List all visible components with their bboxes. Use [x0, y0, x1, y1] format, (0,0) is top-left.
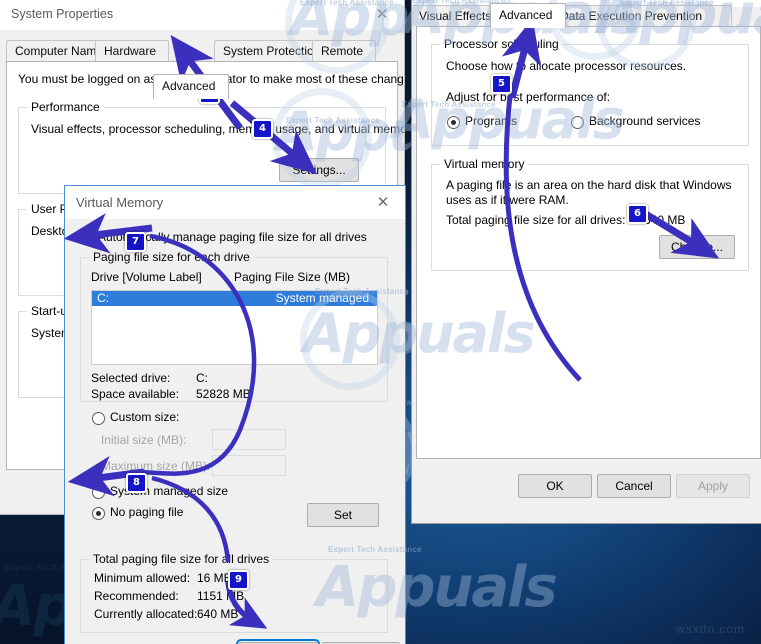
radio-programs-label: Programs: [465, 114, 518, 128]
tab-label: Computer Name: [15, 44, 104, 58]
close-icon[interactable]: ✕: [361, 186, 405, 219]
tab-computer-name[interactable]: Computer Name: [6, 40, 107, 63]
performance-options-window: Performance Options Visual Effects Advan…: [411, 0, 761, 524]
set-button[interactable]: Set: [307, 503, 379, 527]
auto-manage-checkbox[interactable]: [80, 231, 93, 244]
ok-label: OK: [546, 479, 564, 493]
close-icon[interactable]: ✕: [360, 0, 404, 29]
virtual-memory-group: Virtual memory A paging file is an area …: [431, 157, 749, 271]
tab-hardware[interactable]: Hardware: [95, 40, 169, 63]
tab-label: Visual Effects: [419, 9, 492, 23]
space-available-value: 52828 MB: [196, 387, 251, 401]
system-properties-titlebar: System Properties ✕: [0, 0, 404, 30]
maximum-size-input[interactable]: [212, 455, 286, 476]
step-badge-8: 8: [126, 473, 147, 493]
performance-group-title: Performance: [27, 100, 104, 114]
ok-button-performance[interactable]: OK: [518, 474, 592, 498]
radio-custom-size-label: Custom size:: [110, 410, 180, 424]
processor-scheduling-group: Processor scheduling Choose how to alloc…: [431, 37, 749, 146]
radio-system-managed-size[interactable]: [92, 486, 105, 499]
selected-drive-value: C:: [196, 371, 208, 385]
cancel-label: Cancel: [615, 479, 653, 493]
initial-size-label: Initial size (MB):: [101, 433, 187, 447]
paging-file-size-group: Paging file size for each drive Drive [V…: [80, 250, 388, 527]
performance-options-tabbody: Processor scheduling Choose how to alloc…: [416, 26, 761, 459]
cancel-button-performance[interactable]: Cancel: [597, 474, 671, 498]
paging-group-title: Paging file size for each drive: [89, 250, 254, 264]
set-button-label: Set: [333, 508, 352, 522]
tab-label: Remote: [321, 44, 364, 58]
settings-button[interactable]: Settings...: [279, 158, 359, 182]
initial-size-input[interactable]: [212, 429, 286, 450]
tab-label: Advanced: [162, 79, 216, 93]
user-profiles-description: Deskto: [31, 224, 69, 238]
performance-options-title: Performance Options: [423, 0, 541, 1]
system-properties-title: System Properties: [11, 7, 114, 21]
radio-no-paging-file[interactable]: [92, 507, 105, 520]
virtual-memory-description: A paging file is an area on the hard dis…: [446, 178, 732, 207]
step-badge-5: 5: [491, 74, 512, 94]
step-badge-9: 9: [228, 570, 249, 590]
radio-background-services[interactable]: [571, 116, 584, 129]
step-badge-7: 7: [125, 232, 146, 252]
table-header-drive: Drive [Volume Label]: [91, 270, 202, 284]
recommended-label: Recommended:: [94, 589, 179, 603]
virtual-memory-title: Virtual memory: [440, 157, 529, 171]
adjust-performance-label: Adjust for best performance of:: [446, 90, 611, 104]
tab-label: Data Execution Prevention: [560, 9, 703, 23]
virtual-memory-titlebar: Virtual Memory ✕: [65, 186, 405, 219]
selected-drive-label: Selected drive:: [91, 371, 171, 385]
tab-label: Hardware: [104, 44, 157, 58]
radio-custom-size[interactable]: [92, 412, 105, 425]
processor-scheduling-description: Choose how to allocate processor resourc…: [446, 59, 687, 73]
tab-advanced[interactable]: Advanced: [153, 74, 229, 99]
settings-button-label: Settings...: [292, 163, 346, 177]
processor-scheduling-title: Processor scheduling: [440, 37, 563, 51]
tab-system-protection[interactable]: System Protection: [214, 40, 328, 63]
radio-background-services-label: Background services: [589, 114, 701, 128]
row-size: System managed: [275, 291, 369, 305]
table-header-size: Paging File Size (MB): [234, 270, 351, 284]
currently-allocated-label: Currently allocated:: [94, 607, 198, 621]
totals-group-title: Total paging file size for all drives: [89, 552, 274, 566]
radio-programs[interactable]: [447, 116, 460, 129]
radio-no-paging-file-label: No paging file: [110, 505, 184, 519]
performance-description: Visual effects, processor scheduling, me…: [31, 122, 405, 136]
system-properties-tabstrip: Computer Name Hardware Advanced System P…: [0, 38, 404, 99]
performance-group: Performance Visual effects, processor sc…: [18, 100, 404, 194]
space-available-label: Space available:: [91, 387, 180, 401]
tab-label: Advanced: [499, 8, 553, 22]
min-allowed-label: Minimum allowed:: [94, 571, 191, 585]
step-badge-4: 4: [252, 119, 273, 139]
apply-button-performance[interactable]: Apply: [676, 474, 750, 498]
tab-remote[interactable]: Remote: [312, 40, 376, 63]
total-paging-value: 640 MB: [644, 213, 686, 227]
currently-allocated-value: 640 MB: [197, 607, 239, 621]
min-allowed-value: 16 MB: [197, 571, 232, 585]
total-paging-label: Total paging file size for all drives:: [446, 213, 626, 227]
virtual-memory-title: Virtual Memory: [76, 195, 164, 210]
change-button[interactable]: Change...: [659, 235, 735, 259]
table-row[interactable]: C: System managed: [92, 291, 377, 306]
performance-options-tabstrip: Visual Effects Advanced Data Execution P…: [412, 3, 761, 28]
maximum-size-label: Maximum size (MB):: [101, 459, 211, 473]
step-badge-6: 6: [627, 204, 648, 224]
tab-advanced-po[interactable]: Advanced: [490, 3, 566, 28]
drives-listbox[interactable]: C: System managed: [91, 290, 378, 365]
recommended-value: 1151 MB: [197, 589, 245, 603]
tab-data-execution-prevention[interactable]: Data Execution Prevention: [551, 5, 732, 28]
change-button-label: Change...: [670, 240, 724, 254]
row-drive: C:: [97, 291, 109, 305]
apply-label: Apply: [697, 479, 729, 493]
tab-label: System Protection: [223, 44, 321, 58]
